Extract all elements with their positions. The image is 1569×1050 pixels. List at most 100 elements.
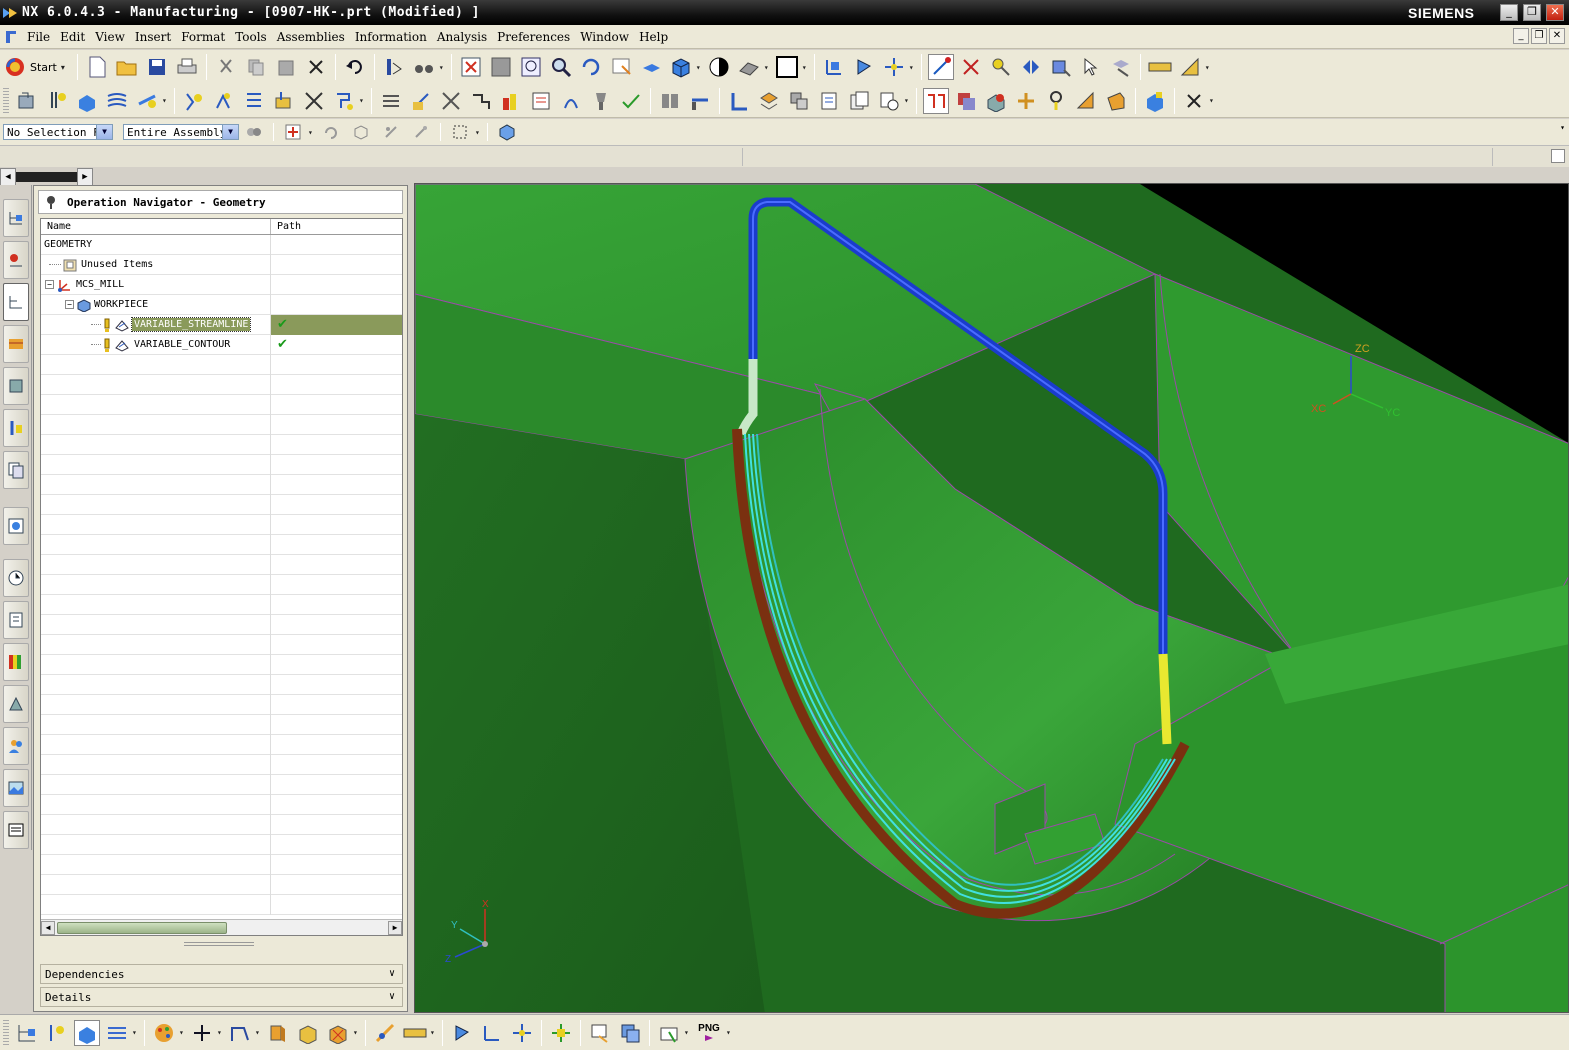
copy-icon[interactable] — [243, 54, 269, 80]
cube-outline-icon[interactable] — [348, 119, 374, 145]
doc-minimize-button[interactable]: _ — [1513, 28, 1529, 44]
verify-toolpath-icon[interactable] — [271, 88, 297, 114]
web-browser-tab[interactable] — [3, 507, 29, 545]
orient-view-icon[interactable] — [638, 54, 664, 80]
scroll-right-icon[interactable]: ▶ — [77, 168, 93, 186]
tree-row-unused-items[interactable]: Unused Items — [41, 254, 402, 275]
ruler-icon[interactable] — [402, 1020, 428, 1046]
non-cutting-moves-icon[interactable] — [468, 88, 494, 114]
machine-tool-navigator-tab[interactable] — [3, 409, 29, 447]
move-object-icon[interactable] — [548, 1020, 574, 1046]
machine-tool-view-icon[interactable] — [953, 88, 979, 114]
render-style-icon[interactable] — [706, 54, 732, 80]
doc-close-button[interactable]: ✕ — [1549, 28, 1565, 44]
history-tab[interactable] — [3, 559, 29, 597]
clamp-icon[interactable] — [687, 88, 713, 114]
wcs-dynamics-icon[interactable] — [881, 54, 907, 80]
select-body-cube-icon[interactable] — [494, 119, 520, 145]
menu-tools[interactable]: Tools — [230, 30, 272, 44]
select-features-icon[interactable] — [1018, 54, 1044, 80]
cutter-compensation-icon[interactable] — [558, 88, 584, 114]
part-navigator-small-icon[interactable] — [14, 1020, 40, 1046]
fit-view-icon[interactable] — [458, 54, 484, 80]
output-list-icon[interactable] — [846, 88, 872, 114]
panel-splitter[interactable] — [184, 942, 254, 946]
check-gouge-icon[interactable] — [618, 88, 644, 114]
scroll-left-icon[interactable]: ◀ — [41, 920, 55, 935]
display-tool-icon[interactable] — [1043, 88, 1069, 114]
point-plus-icon[interactable] — [189, 1020, 215, 1046]
tree-row-mcs-mill[interactable]: − MCS_MILL — [41, 274, 402, 295]
zoom-area-icon[interactable] — [518, 54, 544, 80]
restore-button[interactable]: ❐ — [1523, 4, 1541, 21]
assembly-navigator-tab[interactable] — [3, 199, 29, 237]
connect-icon[interactable] — [378, 119, 404, 145]
menu-format[interactable]: Format — [176, 30, 230, 44]
binoculars-icon[interactable] — [411, 54, 437, 80]
close-button[interactable]: ✕ — [1546, 4, 1564, 21]
type-filter-combo[interactable]: No Selection Fi ▼ — [3, 124, 113, 140]
wcs-dynamic-small-icon[interactable] — [509, 1020, 535, 1046]
rotate-small-icon[interactable] — [318, 119, 344, 145]
menu-window[interactable]: Window — [575, 30, 634, 44]
print-export-icon[interactable] — [656, 1020, 682, 1046]
wand-icon[interactable] — [408, 119, 434, 145]
program-order-view-icon[interactable] — [923, 87, 949, 114]
feeds-speeds-icon[interactable] — [498, 88, 524, 114]
geometry-active-icon[interactable] — [74, 1019, 100, 1046]
background-icon[interactable] — [736, 54, 762, 80]
machining-method-view-icon[interactable] — [1013, 88, 1039, 114]
selection-grid-icon[interactable] — [958, 54, 984, 80]
pan-icon[interactable] — [608, 54, 634, 80]
maximize-graphics-icon[interactable] — [1551, 149, 1565, 163]
arrow-cursor-icon[interactable] — [1078, 54, 1104, 80]
process-studio-tab[interactable] — [3, 685, 29, 723]
blank-icon[interactable] — [1142, 88, 1168, 114]
collapse-toggle-icon[interactable]: − — [65, 300, 74, 309]
select-bodies-icon[interactable] — [1048, 54, 1074, 80]
constraint-navigator-tab[interactable] — [3, 241, 29, 279]
paste-icon[interactable] — [273, 54, 299, 80]
postprocess-icon[interactable] — [331, 88, 357, 114]
geometry-view-icon[interactable] — [983, 88, 1009, 114]
delete-toolpath-icon[interactable] — [301, 88, 327, 114]
menu-insert[interactable]: Insert — [130, 30, 176, 44]
navigator-horizontal-scrollbar[interactable]: ◀ ▶ — [41, 919, 402, 935]
operation-navigator-tab[interactable] — [3, 325, 29, 363]
column-header-path[interactable]: Path — [271, 219, 301, 234]
tree-row-geometry[interactable]: GEOMETRY — [41, 234, 402, 255]
extrude-icon[interactable] — [265, 1020, 291, 1046]
visualization-tab[interactable] — [3, 643, 29, 681]
create-operation-icon[interactable] — [134, 88, 160, 114]
pin-icon[interactable] — [45, 195, 57, 209]
menu-edit[interactable]: Edit — [55, 30, 90, 44]
print-icon[interactable] — [174, 54, 200, 80]
time-estimate-icon[interactable] — [876, 88, 902, 114]
tree-row-variable-streamline[interactable]: VARIABLE_STREAMLINE ✔ — [41, 314, 402, 335]
system-materials-tab[interactable] — [3, 601, 29, 639]
tool-holder-icon[interactable] — [588, 88, 614, 114]
snap-point-icon[interactable] — [927, 54, 954, 80]
rotate-icon[interactable] — [578, 54, 604, 80]
snap-intent-icon[interactable] — [280, 119, 306, 145]
feature-operation-icon[interactable] — [325, 1020, 351, 1046]
zoom-icon[interactable] — [548, 54, 574, 80]
start-button[interactable]: Start ▾ — [0, 54, 73, 80]
wcs-origin-icon[interactable] — [821, 54, 847, 80]
output-clsf-icon[interactable] — [816, 88, 842, 114]
new-file-icon[interactable] — [84, 54, 110, 80]
machine-control-icon[interactable] — [528, 88, 554, 114]
manufacturing-wizard-tab[interactable] — [3, 811, 29, 849]
reuse-library-tab[interactable] — [3, 367, 29, 405]
menu-assemblies[interactable]: Assemblies — [272, 30, 350, 44]
shaded-cube-icon[interactable] — [668, 54, 694, 80]
method-view-icon[interactable] — [104, 1020, 130, 1046]
rect-select-icon[interactable] — [447, 119, 473, 145]
menu-analysis[interactable]: Analysis — [432, 30, 492, 44]
measure-distance-icon[interactable] — [1147, 54, 1173, 80]
model-viewport[interactable]: ZC XC YC X Y Z — [415, 184, 1569, 1013]
cut-icon[interactable] — [213, 54, 239, 80]
filter-settings-icon[interactable] — [241, 119, 267, 145]
open-folder-icon[interactable] — [114, 54, 140, 80]
replay-toolpath-icon[interactable] — [211, 88, 237, 114]
